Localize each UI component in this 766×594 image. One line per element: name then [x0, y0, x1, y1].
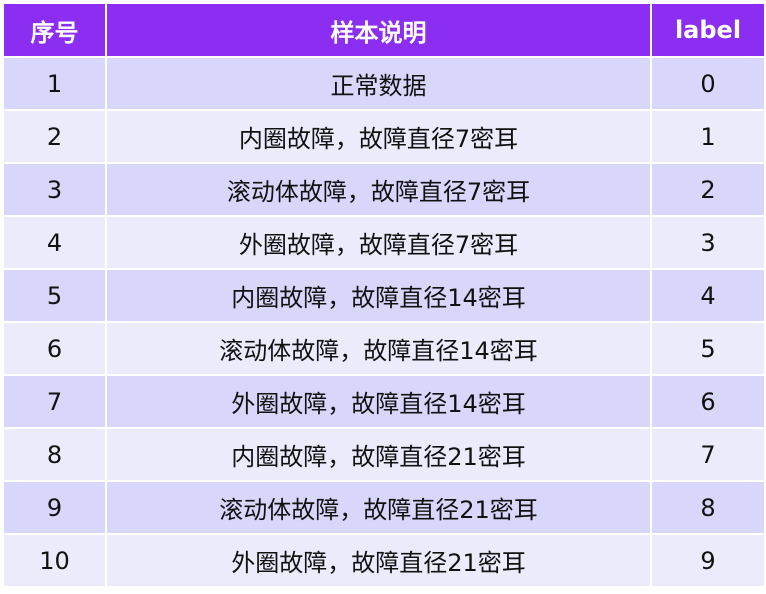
cell-index: 2 [2, 109, 107, 164]
cell-description: 滚动体故障，故障直径21密耳 [105, 480, 652, 535]
cell-label: 4 [650, 268, 766, 323]
header-description: 样本说明 [105, 2, 652, 58]
table-row: 6 滚动体故障，故障直径14密耳 5 [2, 321, 766, 376]
cell-label: 6 [650, 374, 766, 429]
cell-description: 滚动体故障，故障直径7密耳 [105, 162, 652, 217]
table-row: 7 外圈故障，故障直径14密耳 6 [2, 374, 766, 429]
cell-description: 正常数据 [105, 56, 652, 111]
table-body: 1 正常数据 0 2 内圈故障，故障直径7密耳 1 3 滚动体故障，故障直径7密… [2, 56, 766, 588]
table-row: 10 外圈故障，故障直径21密耳 9 [2, 533, 766, 588]
header-index: 序号 [2, 2, 107, 58]
cell-index: 4 [2, 215, 107, 270]
table-row: 3 滚动体故障，故障直径7密耳 2 [2, 162, 766, 217]
cell-label: 8 [650, 480, 766, 535]
cell-label: 9 [650, 533, 766, 588]
cell-index: 7 [2, 374, 107, 429]
cell-index: 5 [2, 268, 107, 323]
table-row: 5 内圈故障，故障直径14密耳 4 [2, 268, 766, 323]
cell-index: 9 [2, 480, 107, 535]
table-row: 9 滚动体故障，故障直径21密耳 8 [2, 480, 766, 535]
cell-description: 内圈故障，故障直径7密耳 [105, 109, 652, 164]
cell-description: 内圈故障，故障直径21密耳 [105, 427, 652, 482]
cell-description: 外圈故障，故障直径14密耳 [105, 374, 652, 429]
table-row: 2 内圈故障，故障直径7密耳 1 [2, 109, 766, 164]
table-row: 4 外圈故障，故障直径7密耳 3 [2, 215, 766, 270]
cell-label: 0 [650, 56, 766, 111]
cell-label: 2 [650, 162, 766, 217]
sample-label-table: 序号 样本说明 label 1 正常数据 0 2 内圈故障，故障直径7密耳 1 … [2, 2, 766, 588]
table-row: 8 内圈故障，故障直径21密耳 7 [2, 427, 766, 482]
cell-label: 3 [650, 215, 766, 270]
header-label: label [650, 2, 766, 58]
cell-label: 7 [650, 427, 766, 482]
cell-description: 外圈故障，故障直径7密耳 [105, 215, 652, 270]
table-row: 1 正常数据 0 [2, 56, 766, 111]
cell-index: 3 [2, 162, 107, 217]
cell-index: 10 [2, 533, 107, 588]
header-row: 序号 样本说明 label [2, 2, 766, 58]
cell-index: 6 [2, 321, 107, 376]
cell-index: 8 [2, 427, 107, 482]
cell-description: 滚动体故障，故障直径14密耳 [105, 321, 652, 376]
sample-table-container: 序号 样本说明 label 1 正常数据 0 2 内圈故障，故障直径7密耳 1 … [0, 0, 766, 594]
cell-description: 内圈故障，故障直径14密耳 [105, 268, 652, 323]
cell-index: 1 [2, 56, 107, 111]
cell-label: 1 [650, 109, 766, 164]
cell-description: 外圈故障，故障直径21密耳 [105, 533, 652, 588]
table-header: 序号 样本说明 label [2, 2, 766, 58]
cell-label: 5 [650, 321, 766, 376]
